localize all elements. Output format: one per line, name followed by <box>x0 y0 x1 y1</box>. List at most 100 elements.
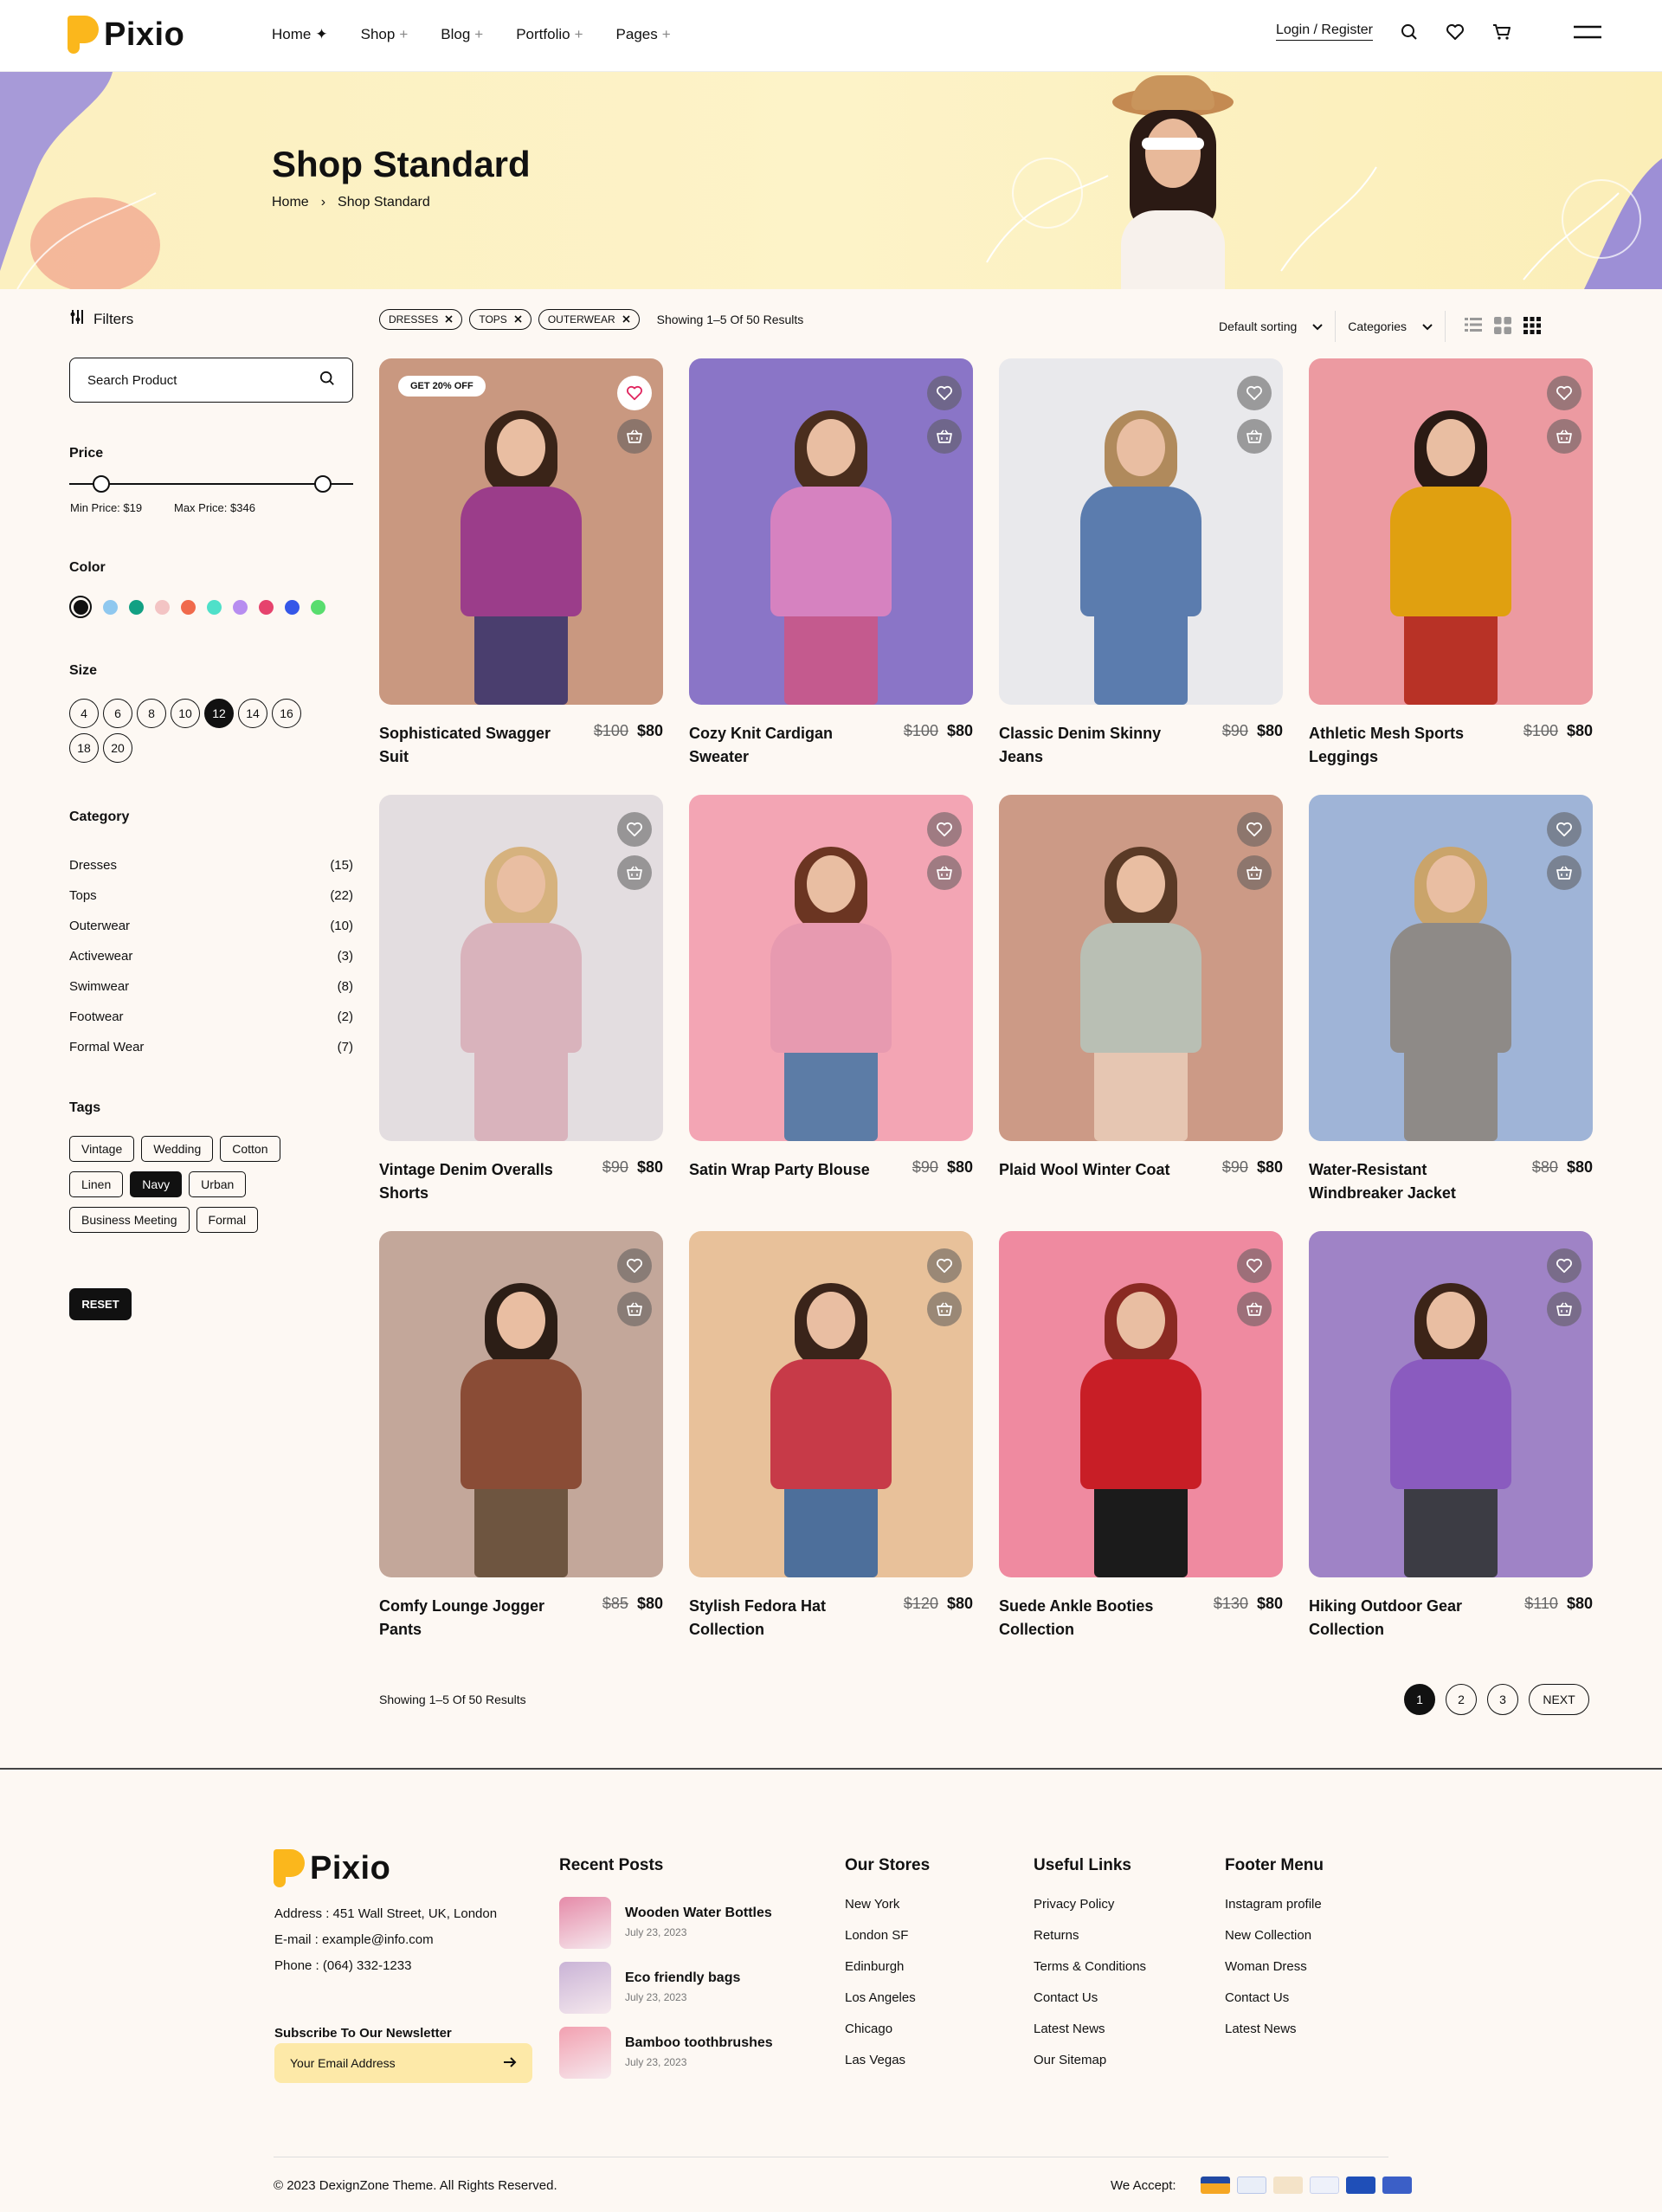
product-card[interactable]: Water-Resistant Windbreaker Jacket $80 $80 <box>1309 795 1593 1205</box>
nav-shop[interactable]: Shop + <box>361 26 409 43</box>
size-option[interactable]: 4 <box>69 699 99 728</box>
reset-button[interactable]: RESET <box>69 1288 132 1320</box>
product-name[interactable]: Comfy Lounge Jogger Pants <box>379 1595 570 1641</box>
tag-chip[interactable]: Business Meeting <box>69 1207 190 1233</box>
product-image[interactable] <box>999 358 1283 705</box>
add-to-cart-basket-icon[interactable] <box>927 419 962 454</box>
category-item[interactable]: Formal Wear (7) <box>69 1032 353 1062</box>
nav-portfolio[interactable]: Portfolio + <box>516 26 583 43</box>
add-to-cart-basket-icon[interactable] <box>927 1292 962 1326</box>
page-1-button[interactable]: 1 <box>1404 1684 1435 1715</box>
add-to-cart-basket-icon[interactable] <box>1237 1292 1272 1326</box>
add-to-cart-basket-icon[interactable] <box>617 419 652 454</box>
size-option[interactable]: 20 <box>103 733 132 763</box>
price-slider-track[interactable] <box>69 483 353 485</box>
color-swatch[interactable] <box>155 599 170 615</box>
product-image[interactable] <box>689 795 973 1141</box>
category-item[interactable]: Activewear (3) <box>69 941 353 971</box>
post-thumbnail[interactable] <box>559 1897 611 1949</box>
filters-toggle[interactable]: Filters <box>69 309 133 329</box>
wishlist-heart-icon[interactable] <box>617 376 652 410</box>
product-name[interactable]: Vintage Denim Overalls Shorts <box>379 1158 570 1205</box>
size-option[interactable]: 14 <box>238 699 267 728</box>
filter-chip[interactable]: TOPS <box>469 309 531 330</box>
tag-chip[interactable]: Navy <box>130 1171 183 1197</box>
product-name[interactable]: Cozy Knit Cardigan Sweater <box>689 722 879 769</box>
footer-menu-link[interactable]: Contact Us <box>1225 1990 1324 2022</box>
add-to-cart-basket-icon[interactable] <box>1237 419 1272 454</box>
product-image[interactable] <box>689 1231 973 1577</box>
tag-chip[interactable]: Cotton <box>220 1136 280 1162</box>
close-icon[interactable] <box>445 313 453 326</box>
breadcrumb-home[interactable]: Home <box>272 195 309 210</box>
product-image[interactable]: GET 20% OFF <box>379 358 663 705</box>
category-item[interactable]: Footwear (2) <box>69 1002 353 1032</box>
add-to-cart-basket-icon[interactable] <box>1547 419 1581 454</box>
grid-3-view-icon[interactable] <box>1523 316 1541 337</box>
product-image[interactable] <box>999 795 1283 1141</box>
post-title[interactable]: Bamboo toothbrushes <box>625 2035 773 2051</box>
recent-post-item[interactable]: Eco friendly bags July 23, 2023 <box>559 1962 773 2027</box>
add-to-cart-basket-icon[interactable] <box>1547 855 1581 890</box>
product-name[interactable]: Hiking Outdoor Gear Collection <box>1309 1595 1499 1641</box>
color-swatch[interactable] <box>233 599 248 615</box>
store-link[interactable]: Chicago <box>845 2022 930 2053</box>
color-swatch[interactable] <box>311 599 325 615</box>
size-option[interactable]: 8 <box>137 699 166 728</box>
add-to-cart-basket-icon[interactable] <box>1237 855 1272 890</box>
product-name[interactable]: Stylish Fedora Hat Collection <box>689 1595 879 1641</box>
product-name[interactable]: Classic Denim Skinny Jeans <box>999 722 1189 769</box>
footer-menu-link[interactable]: New Collection <box>1225 1928 1324 1959</box>
wishlist-heart-icon[interactable] <box>1237 376 1272 410</box>
price-slider-min-handle[interactable] <box>93 475 110 493</box>
product-image[interactable] <box>1309 1231 1593 1577</box>
size-option[interactable]: 12 <box>204 699 234 728</box>
product-card[interactable]: Satin Wrap Party Blouse $90 $80 <box>689 795 973 1182</box>
product-card[interactable]: GET 20% OFF Sophisticated Swagger Suit $10… <box>379 358 663 769</box>
post-title[interactable]: Wooden Water Bottles <box>625 1906 772 1921</box>
next-page-button[interactable]: NEXT <box>1529 1684 1589 1715</box>
search-icon[interactable] <box>319 371 335 390</box>
product-card[interactable]: Classic Denim Skinny Jeans $90 $80 <box>999 358 1283 769</box>
product-image[interactable] <box>1309 795 1593 1141</box>
add-to-cart-basket-icon[interactable] <box>617 855 652 890</box>
wishlist-heart-icon[interactable] <box>617 1248 652 1283</box>
category-item[interactable]: Dresses (15) <box>69 850 353 880</box>
footer-logo[interactable]: Pixio <box>274 1849 390 1887</box>
login-register-link[interactable]: Login / Register <box>1275 23 1373 41</box>
filter-chip[interactable]: OUTERWEAR <box>538 309 640 330</box>
search-product-field[interactable]: Search Product <box>69 358 353 403</box>
product-image[interactable] <box>999 1231 1283 1577</box>
menu-icon[interactable] <box>1574 25 1601 39</box>
grid-2-view-icon[interactable] <box>1493 316 1511 337</box>
wishlist-heart-icon[interactable] <box>927 376 962 410</box>
tag-chip[interactable]: Linen <box>69 1171 124 1197</box>
footer-menu-link[interactable]: Instagram profile <box>1225 1897 1324 1928</box>
product-name[interactable]: Sophisticated Swagger Suit <box>379 722 570 769</box>
store-link[interactable]: Edinburgh <box>845 1959 930 1990</box>
wishlist-heart-icon[interactable] <box>1237 812 1272 847</box>
product-card[interactable]: Suede Ankle Booties Collection $130 $80 <box>999 1231 1283 1641</box>
wishlist-heart-icon[interactable] <box>1547 376 1581 410</box>
tag-chip[interactable]: Wedding <box>141 1136 214 1162</box>
recent-post-item[interactable]: Wooden Water Bottles July 23, 2023 <box>559 1897 773 1962</box>
add-to-cart-basket-icon[interactable] <box>927 855 962 890</box>
product-card[interactable]: Stylish Fedora Hat Collection $120 $80 <box>689 1231 973 1641</box>
arrow-right-icon[interactable] <box>503 2056 517 2071</box>
close-icon[interactable] <box>514 313 522 326</box>
categories-select[interactable]: Categories <box>1348 319 1433 333</box>
color-swatch[interactable] <box>103 599 118 615</box>
size-option[interactable]: 16 <box>272 699 301 728</box>
search-icon[interactable] <box>1401 23 1418 41</box>
nav-pages[interactable]: Pages + <box>616 26 671 43</box>
tag-chip[interactable]: Urban <box>189 1171 247 1197</box>
product-card[interactable]: Plaid Wool Winter Coat $90 $80 <box>999 795 1283 1182</box>
filter-chip[interactable]: DRESSES <box>379 309 463 330</box>
wishlist-heart-icon[interactable] <box>1547 812 1581 847</box>
wishlist-heart-icon[interactable] <box>927 812 962 847</box>
size-option[interactable]: 6 <box>103 699 132 728</box>
store-link[interactable]: Los Angeles <box>845 1990 930 2022</box>
footer-menu-link[interactable]: Latest News <box>1225 2022 1324 2053</box>
product-image[interactable] <box>1309 358 1593 705</box>
product-name[interactable]: Water-Resistant Windbreaker Jacket <box>1309 1158 1499 1205</box>
